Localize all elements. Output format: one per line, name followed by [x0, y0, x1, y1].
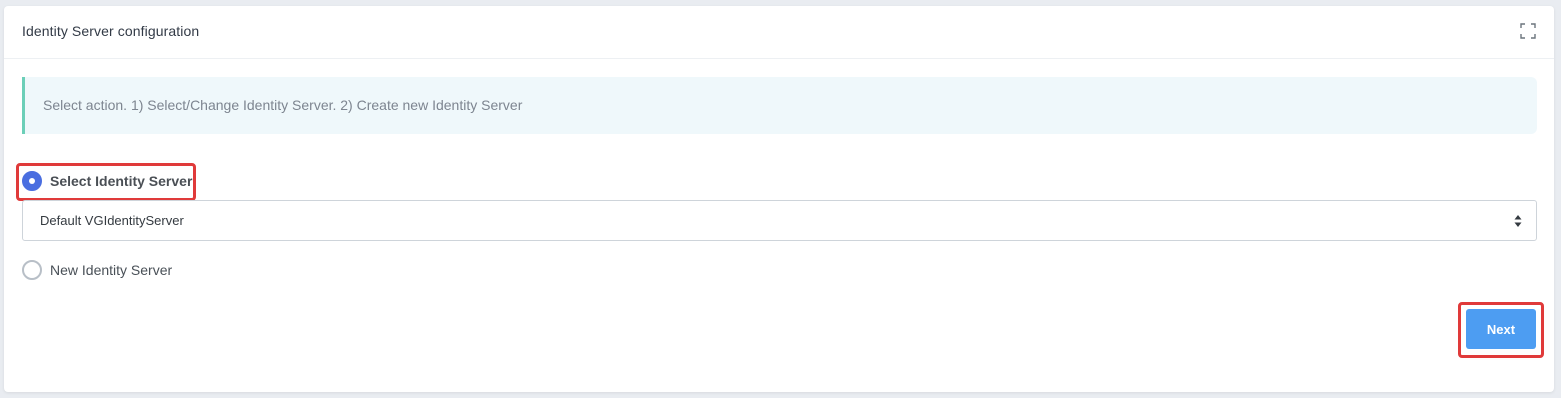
new-identity-server-option[interactable]: New Identity Server — [22, 260, 172, 280]
select-identity-server-option[interactable]: Select Identity Server — [22, 171, 192, 191]
info-alert: Select action. 1) Select/Change Identity… — [22, 77, 1537, 134]
new-identity-server-label: New Identity Server — [50, 262, 173, 278]
sort-arrows-icon — [1514, 215, 1522, 227]
expand-icon[interactable] — [1520, 23, 1536, 39]
select-identity-server-label: Select Identity Server — [50, 173, 193, 189]
identity-server-select-value: Default VGIdentityServer — [40, 213, 184, 228]
new-identity-server-radio[interactable] — [22, 260, 42, 280]
next-button[interactable]: Next — [1466, 309, 1536, 349]
card-header: Identity Server configuration — [4, 6, 1554, 59]
select-identity-server-radio[interactable] — [22, 171, 42, 191]
identity-server-select[interactable]: Default VGIdentityServer — [22, 200, 1537, 241]
identity-server-card: Identity Server configuration Select act… — [4, 6, 1554, 392]
info-alert-text: Select action. 1) Select/Change Identity… — [43, 97, 523, 113]
card-title: Identity Server configuration — [22, 23, 200, 39]
